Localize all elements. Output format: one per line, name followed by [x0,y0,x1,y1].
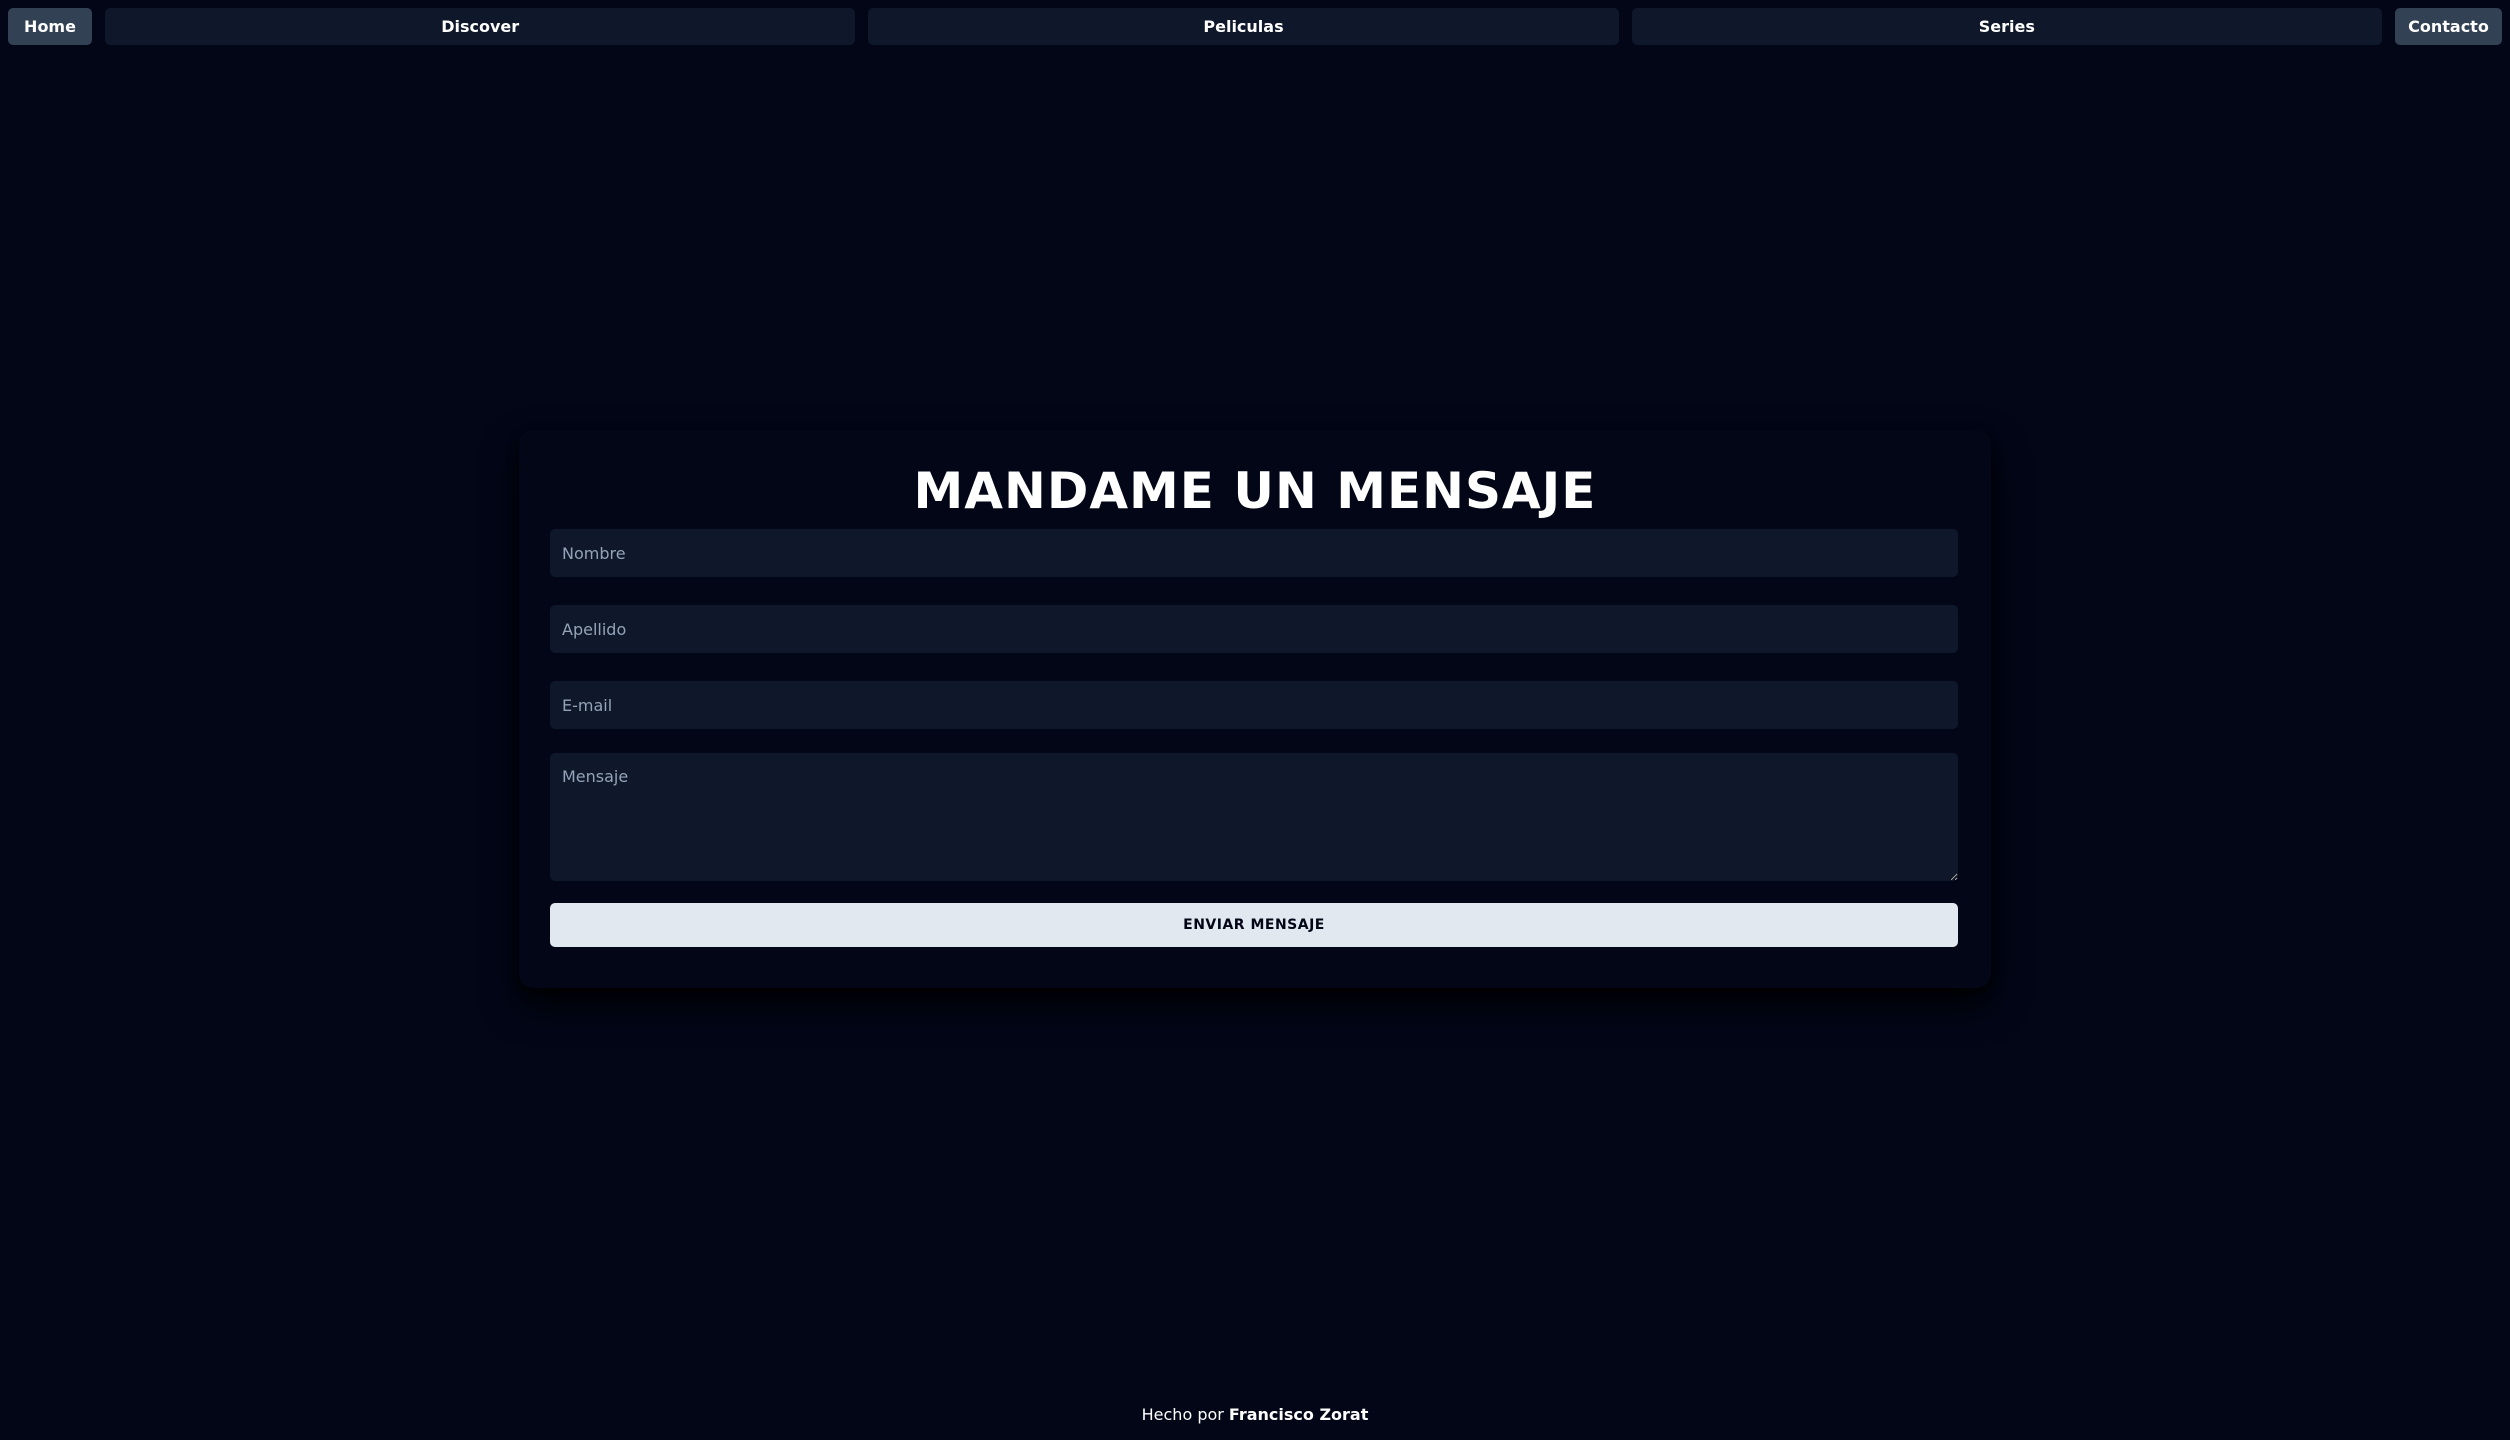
nav-series-button[interactable]: Series [1631,8,2382,45]
footer-prefix: Hecho por [1141,1405,1229,1424]
footer: Hecho por Francisco Zorat [0,1405,2510,1424]
nombre-input[interactable] [550,529,1958,577]
email-input[interactable] [550,681,1958,729]
enviar-mensaje-button[interactable]: ENVIAR MENSAJE [550,903,1958,947]
top-nav: Home Discover Peliculas Series Contacto [8,8,2502,45]
apellido-input[interactable] [550,605,1958,653]
footer-author: Francisco Zorat [1228,1405,1369,1424]
nav-peliculas-button[interactable]: Peliculas [868,8,1619,45]
contact-form-card: MANDAME UN MENSAJE ENVIAR MENSAJE [519,430,1991,988]
nav-home-button[interactable]: Home [8,8,92,45]
nav-contacto-button[interactable]: Contacto [2394,8,2502,45]
mensaje-textarea[interactable] [550,753,1958,881]
nav-discover-button[interactable]: Discover [105,8,856,45]
form-title: MANDAME UN MENSAJE [913,462,1597,520]
